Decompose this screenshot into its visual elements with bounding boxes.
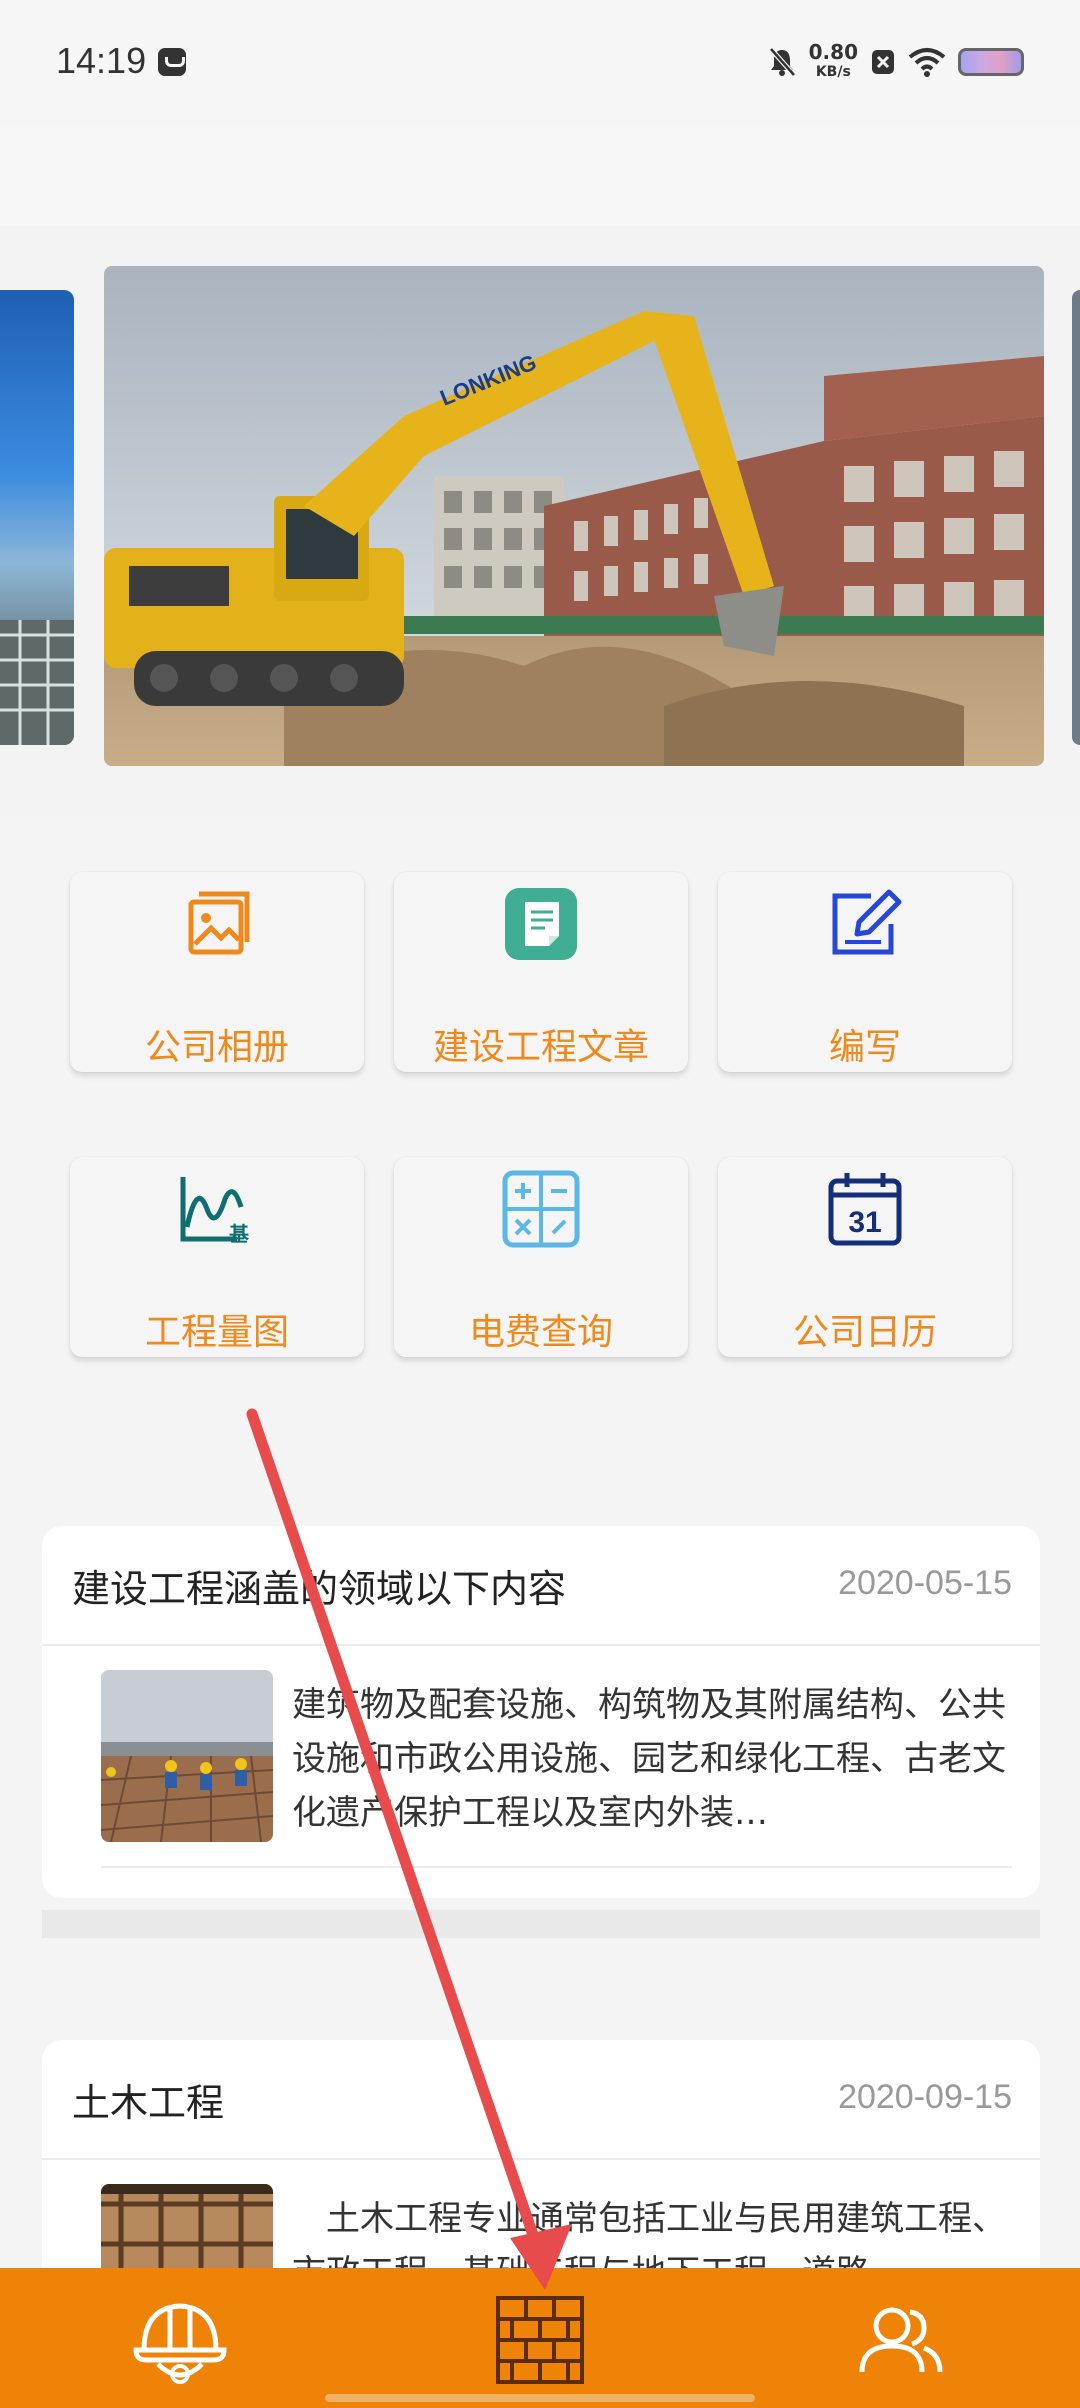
helmet-icon — [133, 2303, 227, 2384]
tile-label: 建设工程文章 — [432, 1027, 649, 1068]
header-area — [0, 126, 1080, 226]
tile-label: 电费查询 — [468, 1312, 613, 1353]
previous-slide-peek[interactable] — [0, 290, 74, 745]
sim-off-icon — [872, 50, 894, 74]
calendar-icon-day: 31 — [848, 1206, 881, 1239]
net-speed: 0.80 KB/s — [809, 42, 858, 82]
next-slide-peek[interactable] — [1072, 290, 1080, 745]
status-bar: 14:19 0.80 KB/s — [0, 0, 1080, 126]
mute-icon — [768, 47, 796, 77]
news-summary: 建筑物及配套设施、构筑物及其附属结构、公共设施和市政公用设施、园艺和绿化工程、古… — [292, 1685, 1006, 1833]
tile-label: 公司相册 — [144, 1027, 289, 1068]
status-icons: 0.80 KB/s — [767, 40, 1024, 84]
tile-label: 工程量图 — [144, 1312, 289, 1353]
edit-icon — [832, 889, 902, 955]
tile-electricity-query[interactable]: 电费查询 — [394, 1157, 688, 1357]
nav-item-projects[interactable] — [490, 2290, 590, 2390]
news-date: 2020-05-15 — [838, 1564, 1012, 1602]
news-thumbnail[interactable] — [101, 1670, 273, 1842]
brick-wall-icon — [496, 2296, 584, 2384]
card-divider — [42, 2158, 1040, 2160]
calculator-icon — [502, 1170, 580, 1248]
net-speed-value: 0.80 — [808, 40, 858, 64]
card-divider — [42, 1644, 1040, 1646]
message-notification-icon — [158, 48, 186, 76]
tile-quantity-chart[interactable]: 基 工程量图 — [70, 1157, 364, 1357]
tile-label: 编写 — [828, 1027, 901, 1068]
tile-company-calendar[interactable]: 31 公司日历 — [718, 1157, 1012, 1357]
news-card[interactable]: 土木工程 2020-09-15 土木工程专业通常包括工业与民用建筑工程、市政工程… — [42, 2040, 1040, 2300]
wifi-icon — [908, 48, 946, 77]
chart-icon-char: 基 — [229, 1222, 250, 1246]
tile-engineering-articles[interactable]: 建设工程文章 — [394, 872, 688, 1072]
document-icon — [505, 888, 577, 960]
news-date: 2020-09-15 — [838, 2078, 1012, 2116]
news-title[interactable]: 土木工程 — [72, 2072, 224, 2127]
users-icon — [859, 2307, 943, 2373]
bottom-nav — [0, 2268, 1080, 2408]
home-indicator — [325, 2394, 755, 2402]
photo-album-icon — [188, 891, 250, 955]
nav-item-home[interactable] — [130, 2290, 230, 2390]
net-speed-unit: KB/s — [815, 64, 851, 80]
news-title[interactable]: 建设工程涵盖的领域以下内容 — [72, 1558, 566, 1613]
section-separator — [42, 1910, 1040, 1938]
status-time: 14:19 — [56, 40, 147, 81]
tile-label: 公司日历 — [792, 1312, 937, 1353]
tile-compose[interactable]: 编写 — [718, 872, 1012, 1072]
chart-icon: 基 — [180, 1177, 250, 1246]
nav-item-contacts[interactable] — [850, 2290, 950, 2390]
banner-slide-excavator[interactable]: LONKING — [104, 266, 1044, 766]
news-card[interactable]: 建设工程涵盖的领域以下内容 2020-05-15 建筑物及配套设施、构筑物及其附… — [42, 1526, 1040, 1898]
tile-company-album[interactable]: 公司相册 — [70, 872, 364, 1072]
calendar-icon: 31 — [828, 1173, 902, 1246]
banner-carousel[interactable]: LONKING — [0, 226, 1080, 816]
battery-icon — [958, 48, 1024, 76]
card-divider — [101, 1866, 1012, 1868]
